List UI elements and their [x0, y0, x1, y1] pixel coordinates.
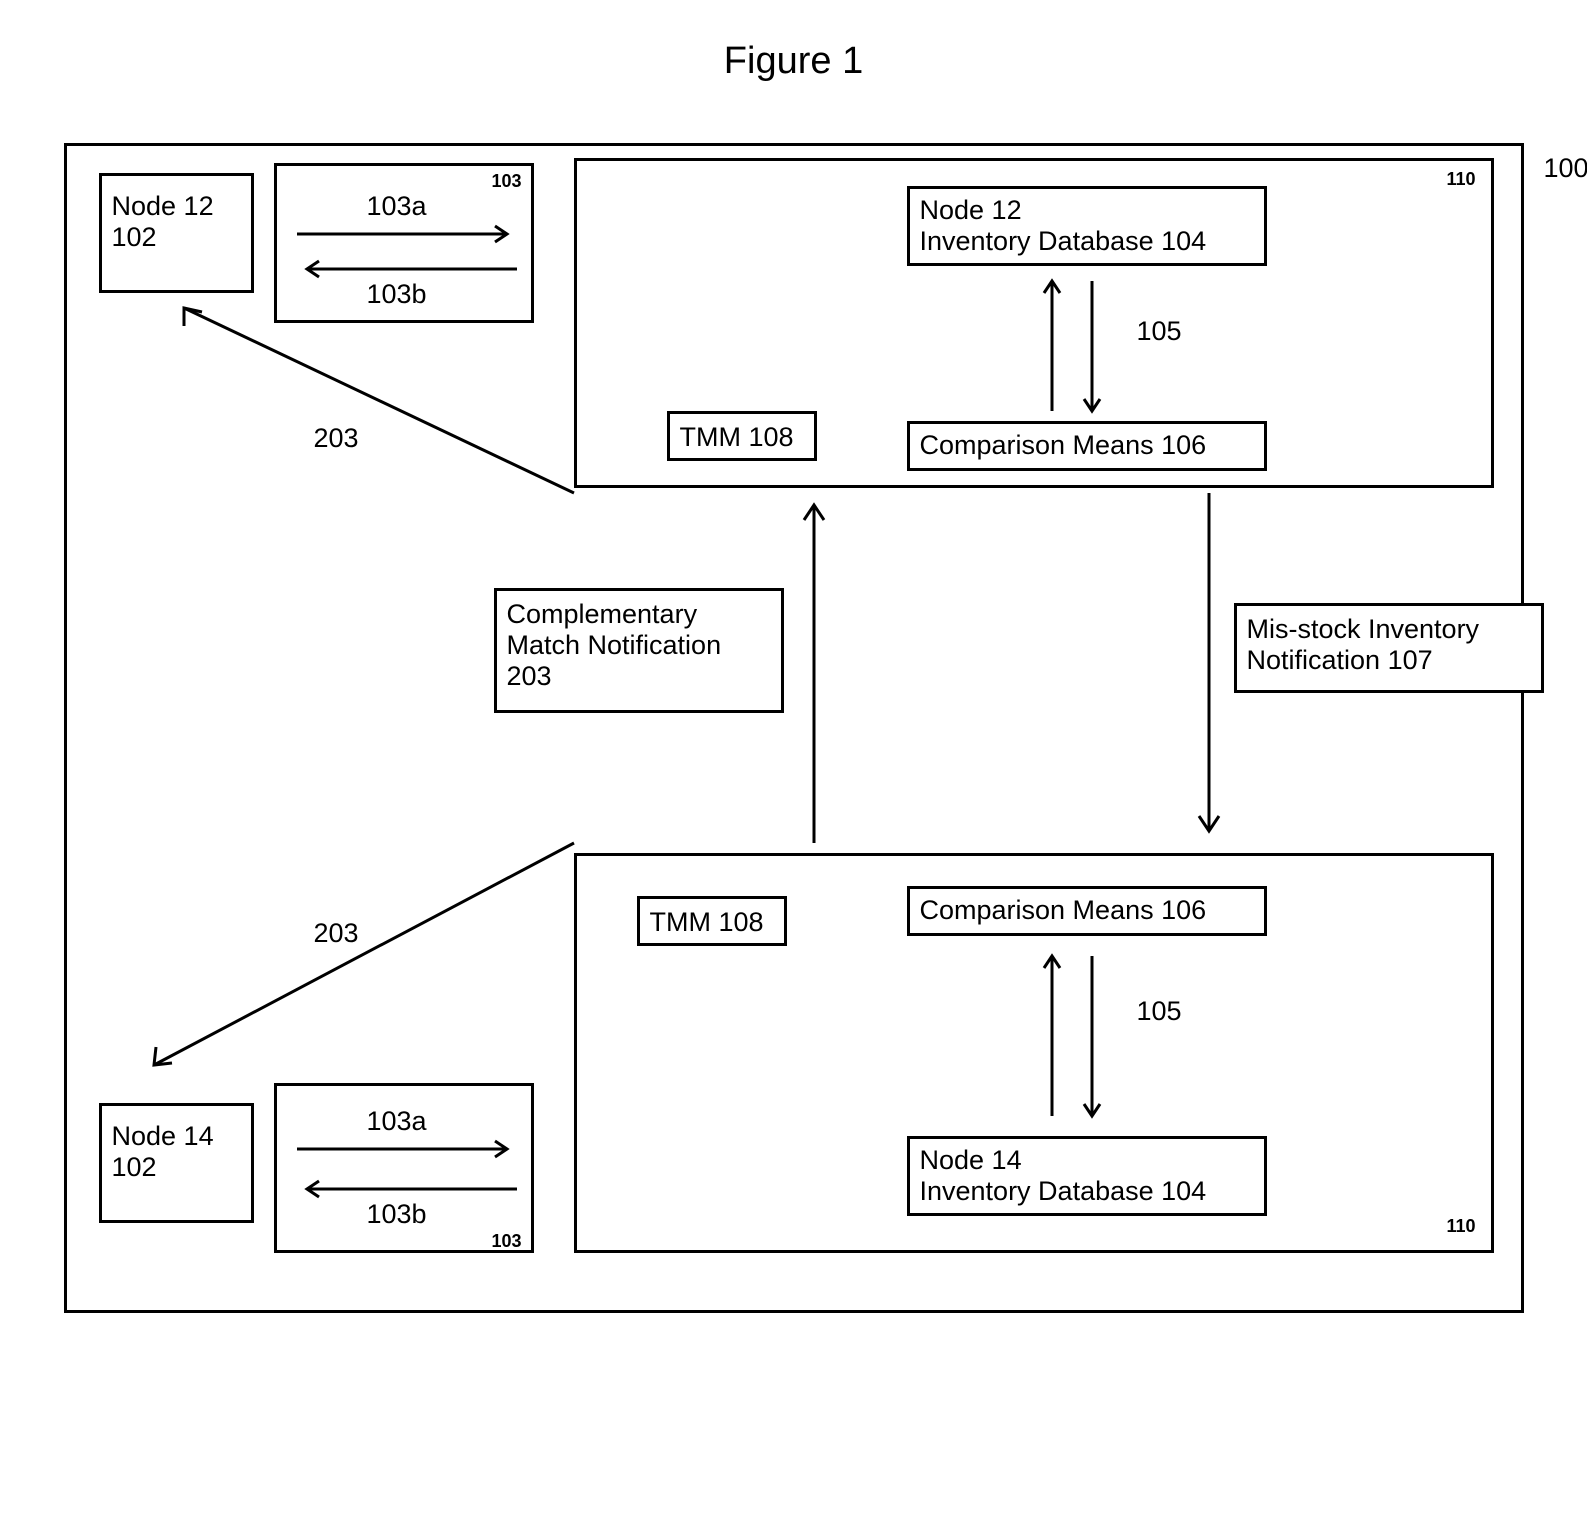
node-12-l1: Node 12 [112, 191, 241, 222]
node-14-box: Node 14 102 [99, 1103, 254, 1223]
comm-top-103a: 103a [367, 191, 427, 222]
upper-105-label: 105 [1137, 316, 1182, 347]
node-12-l2: 102 [112, 222, 241, 253]
misstock-box: Mis-stock Inventory Notification 107 [1234, 603, 1544, 693]
misstock-l2: Notification 107 [1247, 645, 1531, 676]
outer-label: 100 [1544, 153, 1587, 184]
lower-tmm: TMM 108 [637, 896, 787, 946]
upper-arrow-105 [1037, 271, 1117, 421]
figure-title: Figure 1 [20, 40, 1567, 83]
upper-inventory-db: Node 12 Inventory Database 104 [907, 186, 1267, 266]
complementary-box: Complementary Match Notification 203 [494, 588, 784, 713]
lower-inv-l2: Inventory Database 104 [920, 1176, 1254, 1207]
lower-105-label: 105 [1137, 996, 1182, 1027]
node-12-box: Node 12 102 [99, 173, 254, 293]
arrow-103a-bottom [297, 1141, 517, 1161]
comm-top-corner: 103 [492, 171, 522, 192]
lower-inventory-db: Node 14 Inventory Database 104 [907, 1136, 1267, 1216]
node-14-l2: 102 [112, 1152, 241, 1183]
comm-top-103b: 103b [367, 279, 427, 310]
comp-l2: Match Notification [507, 630, 771, 661]
upper-comparison: Comparison Means 106 [907, 421, 1267, 471]
lower-inv-l1: Node 14 [920, 1145, 1254, 1176]
arrow-103a-top [297, 226, 517, 246]
upper-unit: 110 Node 12 Inventory Database 104 TMM 1… [574, 158, 1494, 488]
diagram-container: 100 Node 12 102 103 103a 103b 110 Node 1… [44, 143, 1544, 1343]
comm-bottom-corner: 103 [492, 1231, 522, 1252]
upper-inv-l2: Inventory Database 104 [920, 226, 1254, 257]
comp-l3: 203 [507, 661, 771, 692]
lower-arrow-105 [1037, 946, 1117, 1126]
lower-tmm-label: TMM 108 [650, 907, 774, 938]
label-203-top: 203 [314, 423, 359, 454]
comm-box-bottom: 103a 103b 103 [274, 1083, 534, 1253]
comm-bottom-103b: 103b [367, 1199, 427, 1230]
label-203-bottom: 203 [314, 918, 359, 949]
upper-tmm-label: TMM 108 [680, 422, 804, 453]
arrow-103b-top [297, 261, 517, 281]
comm-bottom-103a: 103a [367, 1106, 427, 1137]
lower-unit-corner: 110 [1447, 1216, 1476, 1237]
lower-comparison: Comparison Means 106 [907, 886, 1267, 936]
lower-comp-label: Comparison Means 106 [920, 895, 1254, 926]
upper-tmm: TMM 108 [667, 411, 817, 461]
lower-unit: 110 Comparison Means 106 TMM 108 105 Nod… [574, 853, 1494, 1253]
misstock-l1: Mis-stock Inventory [1247, 614, 1531, 645]
upper-comp-label: Comparison Means 106 [920, 430, 1254, 461]
upper-inv-l1: Node 12 [920, 195, 1254, 226]
comp-l1: Complementary [507, 599, 771, 630]
node-14-l1: Node 14 [112, 1121, 241, 1152]
arrow-103b-bottom [297, 1181, 517, 1201]
comm-box-top: 103 103a 103b [274, 163, 534, 323]
upper-unit-corner: 110 [1447, 169, 1476, 190]
